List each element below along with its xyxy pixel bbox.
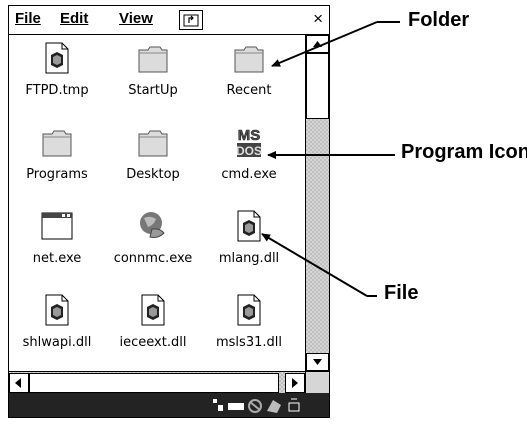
keyboard-icon[interactable] [267,400,281,413]
menu-view-label: View [119,10,153,27]
file-name: Desktop [126,167,180,182]
file-name: FTPD.tmp [25,83,89,98]
arrow-down-icon [313,359,322,365]
file-icon [141,294,165,326]
input-icon[interactable] [288,398,300,412]
file-name: msls31.dll [216,335,282,350]
taskbar-icons [213,398,300,413]
file-name: StartUp [128,83,178,98]
arrow-up-icon [313,41,322,47]
folder-icon [138,46,168,73]
folder-icon [42,130,72,157]
msdos-line1: MS [238,127,261,144]
file-name: connmc.exe [113,251,193,266]
scroll-down-button[interactable] [306,353,329,371]
file-icon [45,294,69,326]
file-icon [237,294,261,326]
menu-edit[interactable]: Edit [60,10,88,27]
file-list: FTPD.tmp StartUp Recent Programs Desktop… [9,35,305,371]
file-name: shlwapi.dll [22,335,92,350]
callout-folder: Folder [408,9,470,31]
no-signal-icon[interactable] [248,399,262,413]
scroll-thumb[interactable] [306,53,329,119]
file-explorer-window: File Edit View × FTPD.tmp StartUp Recent… [8,5,330,418]
folder-up-icon [183,14,199,27]
folder-up-button[interactable] [179,10,203,30]
horizontal-scrollbar[interactable] [9,371,305,393]
globe-icon [140,212,165,238]
file-name: mlang.dll [218,251,280,266]
file-icon [45,42,69,74]
scroll-corner [305,371,329,393]
scroll-left-button[interactable] [9,373,29,393]
menu-edit-label: Edit [60,10,89,27]
close-button[interactable]: × [313,9,323,29]
scroll-right-button[interactable] [285,373,305,393]
msdos-icon: MS DOS [236,127,262,158]
msdos-line2: DOS [236,144,262,158]
taskbar [9,393,329,417]
scroll-thumb-horizontal[interactable] [29,373,279,393]
network-icon[interactable] [213,399,223,411]
callout-file: File [384,282,419,304]
arrow-right-icon [292,378,298,388]
file-name: cmd.exe [221,167,277,182]
arrow-left-icon [15,378,21,388]
window-icon [41,212,73,240]
file-name: ieceext.dll [119,335,187,350]
battery-icon[interactable] [228,403,244,410]
vertical-scrollbar[interactable] [305,35,329,371]
menu-view[interactable]: View [119,10,153,27]
folder-icon [234,46,264,73]
file-name: net.exe [32,251,82,266]
file-name: Recent [226,83,272,98]
menu-file[interactable]: File [15,10,41,27]
callout-program-icon: Program Icon [401,141,527,163]
folder-icon [138,130,168,157]
file-name: Programs [26,167,88,182]
scroll-up-button[interactable] [306,35,329,53]
menu-bar: File Edit View × [9,6,329,35]
file-icon [237,210,261,242]
menu-file-label: File [15,10,41,27]
